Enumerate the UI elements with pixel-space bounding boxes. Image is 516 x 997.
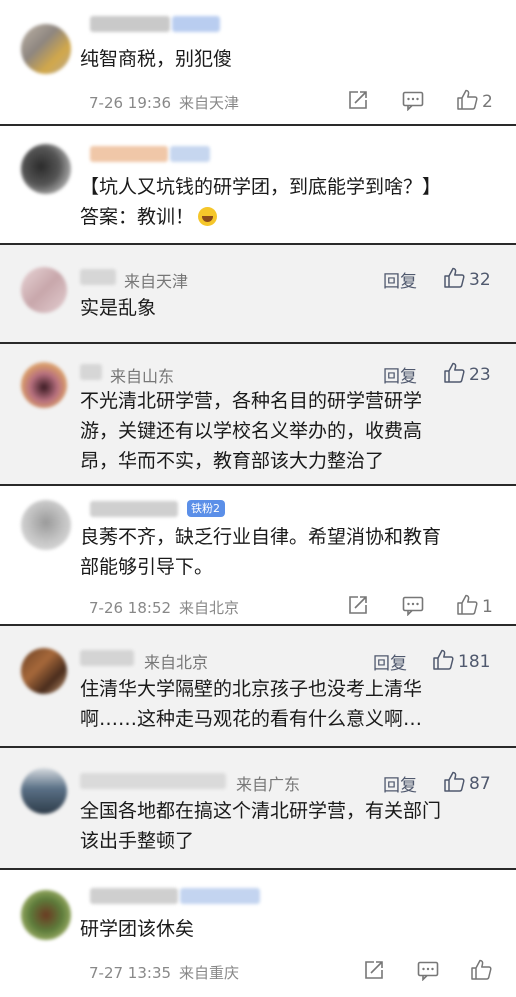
- like-count: 32: [469, 270, 491, 290]
- share-icon[interactable]: [347, 595, 369, 615]
- comment-text: 纯智商税，别犯傻: [80, 48, 233, 70]
- comment-card: 铁粉2 良莠不齐，缺乏行业自律。希望消协和教育 部能够引导下。 7-26 18:…: [0, 486, 516, 626]
- reply-card: 来自广东 回复 87 全国各地都在搞这个清北研学营，有关部门 该出手整顿了: [0, 748, 516, 870]
- like-button[interactable]: 87: [443, 771, 491, 794]
- reply-button[interactable]: 回复: [383, 771, 417, 796]
- comment-icon[interactable]: [417, 961, 439, 981]
- laughing-emoji-icon: [198, 207, 218, 226]
- like-button[interactable]: 1: [456, 594, 493, 617]
- comment-icon[interactable]: [402, 91, 424, 111]
- like-count: 23: [469, 365, 491, 385]
- user-badge-blurred: [180, 888, 260, 904]
- reply-card: 来自北京 回复 181 住清华大学隔壁的北京孩子也没考上清华 啊……这种走马观花…: [0, 626, 516, 748]
- reply-location: 来自北京: [144, 653, 209, 672]
- reply-card: 来自天津 回复 32 实是乱象: [0, 245, 516, 344]
- avatar[interactable]: [21, 362, 67, 408]
- reply-location: 来自广东: [236, 775, 301, 794]
- reply-location: 来自天津: [124, 272, 189, 291]
- username-blurred[interactable]: [80, 364, 102, 380]
- reply-button[interactable]: 回复: [383, 267, 417, 292]
- username-blurred[interactable]: [90, 501, 178, 517]
- comment-text: 【坑人又坑钱的研学团，到底能学到啥？】 答案：教训！: [80, 176, 442, 228]
- like-button[interactable]: [470, 959, 496, 982]
- reply-button[interactable]: 回复: [373, 649, 407, 674]
- like-count: 181: [458, 652, 491, 672]
- comment-card: 研学团该休矣 7-27 13:35 来自重庆: [0, 870, 516, 997]
- username-blurred[interactable]: [90, 146, 168, 162]
- comment-text: 良莠不齐，缺乏行业自律。希望消协和教育 部能够引导下。: [80, 526, 442, 578]
- share-icon[interactable]: [363, 960, 385, 980]
- comment-icon[interactable]: [402, 596, 424, 616]
- thumbs-up-icon: [433, 649, 454, 670]
- username-blurred[interactable]: [80, 773, 226, 789]
- like-count: 1: [482, 597, 493, 617]
- avatar[interactable]: [21, 648, 67, 694]
- comment-meta: 7-27 13:35 来自重庆: [89, 962, 239, 983]
- avatar[interactable]: [21, 24, 71, 74]
- like-button[interactable]: 181: [432, 649, 490, 672]
- reply-location: 来自山东: [110, 367, 175, 386]
- comment-date: 7-26 18:52: [89, 599, 172, 617]
- comment-meta: 7-26 18:52 来自北京: [89, 597, 239, 618]
- avatar[interactable]: [21, 500, 71, 550]
- thumbs-up-icon: [471, 959, 492, 980]
- comment-location: 来自北京: [179, 599, 240, 617]
- reply-text: 实是乱象: [80, 297, 157, 319]
- thumbs-up-icon: [457, 594, 478, 615]
- user-badge-blurred: [170, 146, 210, 162]
- like-count: 2: [482, 92, 493, 112]
- fan-badge: 铁粉2: [187, 500, 225, 517]
- like-button[interactable]: 23: [443, 362, 491, 385]
- comment-date: 7-27 13:35: [89, 964, 172, 982]
- comment-date: 7-26 19:36: [89, 94, 172, 112]
- avatar[interactable]: [21, 144, 71, 194]
- share-icon[interactable]: [347, 90, 369, 110]
- like-count: 87: [469, 774, 491, 794]
- reply-button[interactable]: 回复: [383, 362, 417, 387]
- avatar[interactable]: [21, 768, 67, 814]
- thumbs-up-icon: [457, 89, 478, 110]
- username-blurred[interactable]: [80, 650, 134, 666]
- avatar[interactable]: [21, 267, 67, 313]
- reply-text: 全国各地都在搞这个清北研学营，有关部门 该出手整顿了: [80, 800, 442, 852]
- comment-location: 来自天津: [179, 94, 240, 112]
- comment-meta: 7-26 19:36 来自天津: [89, 92, 239, 113]
- thumbs-up-icon: [444, 362, 465, 383]
- comment-card: 纯智商税，别犯傻 7-26 19:36 来自天津 2: [0, 0, 516, 126]
- reply-text: 不光清北研学营，各种名目的研学营研学 游，关键还有以学校名义举办的，收费高 昂，…: [80, 390, 423, 472]
- avatar[interactable]: [21, 890, 71, 940]
- username-blurred[interactable]: [80, 269, 116, 285]
- username-blurred[interactable]: [90, 16, 170, 32]
- reply-card: 来自山东 回复 23 不光清北研学营，各种名目的研学营研学 游，关键还有以学校名…: [0, 344, 516, 486]
- comment-text: 研学团该休矣: [80, 918, 195, 940]
- thumbs-up-icon: [444, 267, 465, 288]
- thumbs-up-icon: [444, 771, 465, 792]
- like-button[interactable]: 32: [443, 267, 491, 290]
- comment-location: 来自重庆: [179, 964, 240, 982]
- reply-text: 住清华大学隔壁的北京孩子也没考上清华 啊……这种走马观花的看有什么意义啊…: [80, 678, 423, 730]
- user-badge-blurred: [172, 16, 220, 32]
- comment-card: 【坑人又坑钱的研学团，到底能学到啥？】 答案：教训！: [0, 126, 516, 245]
- like-button[interactable]: 2: [456, 89, 493, 112]
- comment-list: 纯智商税，别犯傻 7-26 19:36 来自天津 2 【坑人又坑钱的研学团，到底能…: [0, 0, 516, 997]
- username-blurred[interactable]: [90, 888, 178, 904]
